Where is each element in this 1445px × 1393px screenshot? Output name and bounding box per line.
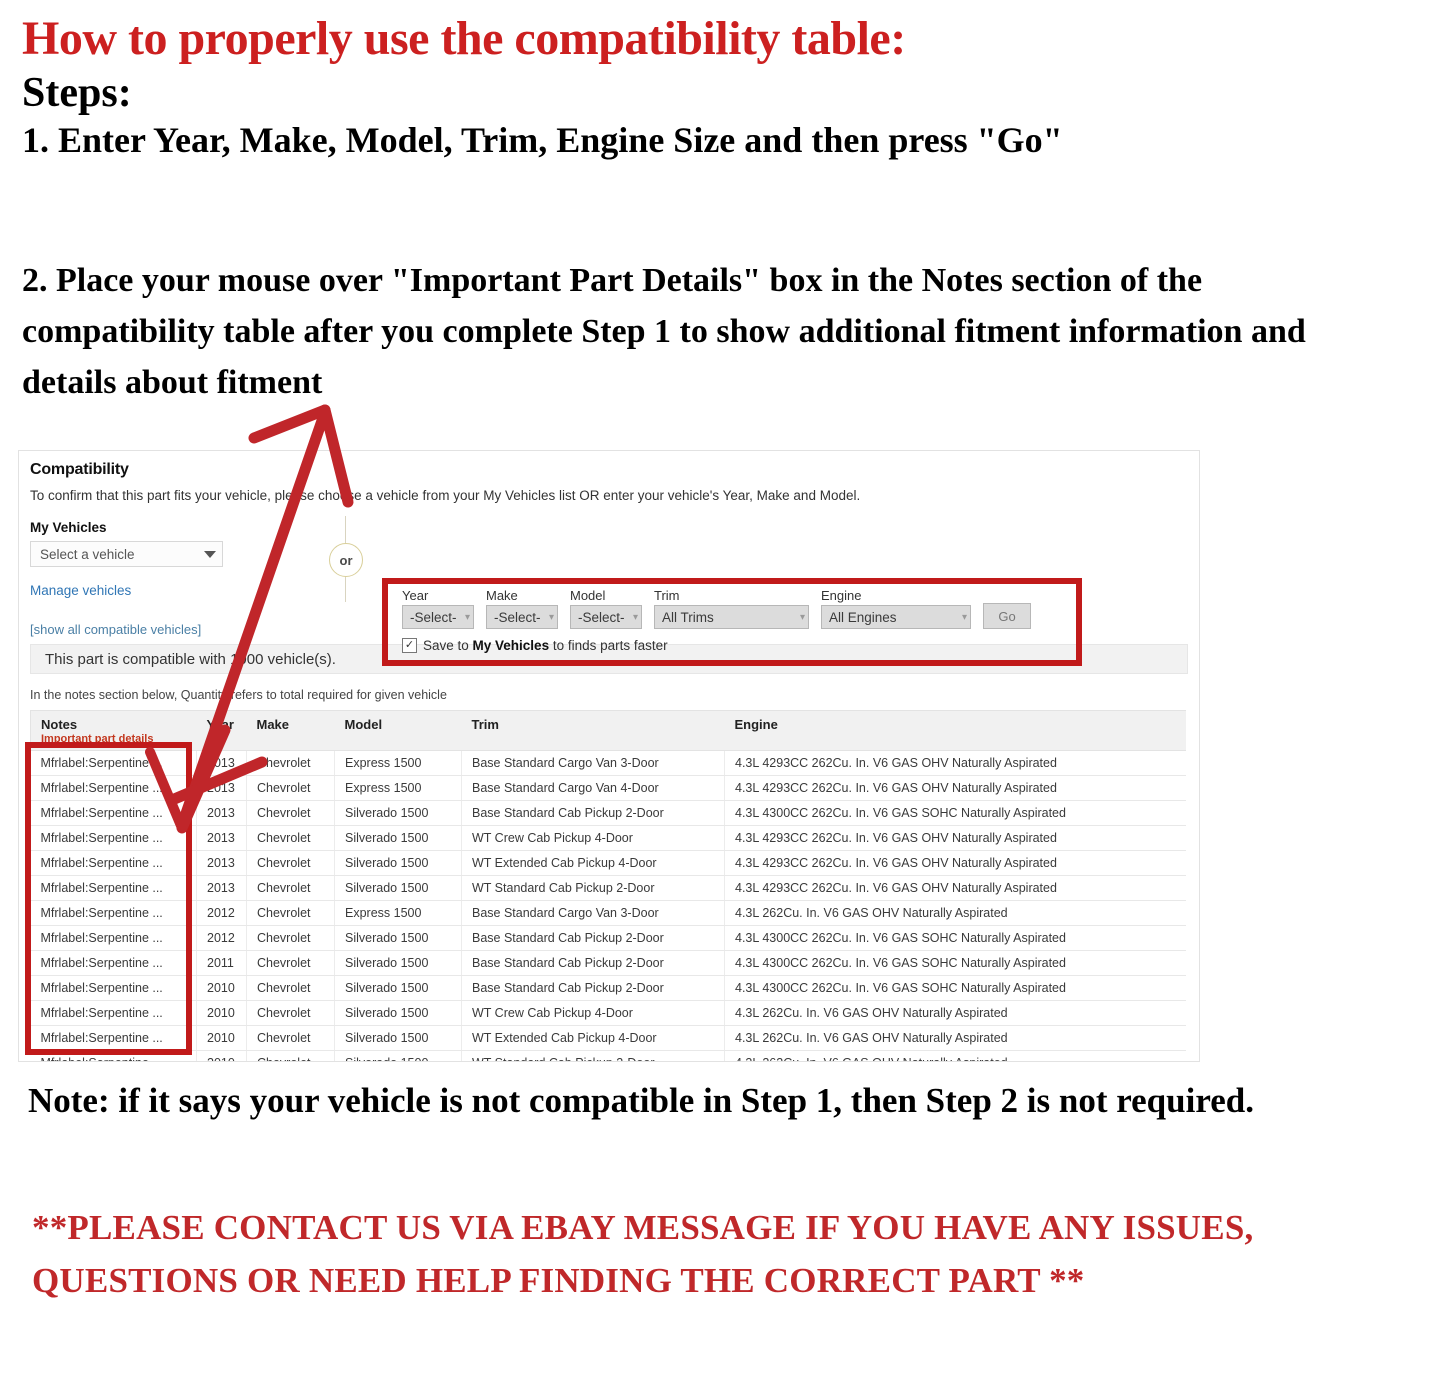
cell-engine: 4.3L 4300CC 262Cu. In. V6 GAS SOHC Natur…	[724, 950, 1186, 976]
cell-make: Chevrolet	[246, 1050, 335, 1061]
cell-make: Chevrolet	[246, 1000, 335, 1026]
engine-label: Engine	[821, 588, 862, 603]
cell-model: Silverado 1500	[334, 1025, 462, 1051]
cell-trim: Base Standard Cab Pickup 2-Door	[461, 800, 725, 826]
page-title: How to properly use the compatibility ta…	[22, 12, 906, 65]
model-select[interactable]: -Select- ▾	[570, 605, 642, 629]
engine-select[interactable]: All Engines ▾	[821, 605, 971, 629]
cell-trim: Base Standard Cab Pickup 2-Door	[461, 950, 725, 976]
cell-model: Silverado 1500	[334, 1000, 462, 1026]
cell-engine: 4.3L 4300CC 262Cu. In. V6 GAS SOHC Natur…	[724, 925, 1186, 951]
model-select-value: -Select-	[578, 609, 625, 625]
cell-model: Silverado 1500	[334, 950, 462, 976]
cell-trim: WT Crew Cab Pickup 4-Door	[461, 1000, 725, 1026]
field-model: Model -Select- ▾	[570, 588, 642, 629]
engine-select-value: All Engines	[829, 609, 897, 625]
column-header-trim: Trim	[461, 710, 725, 751]
cell-engine: 4.3L 262Cu. In. V6 GAS OHV Naturally Asp…	[724, 1025, 1186, 1051]
cell-engine: 4.3L 4300CC 262Cu. In. V6 GAS SOHC Natur…	[724, 800, 1186, 826]
cell-model: Silverado 1500	[334, 925, 462, 951]
cell-engine: 4.3L 4300CC 262Cu. In. V6 GAS SOHC Natur…	[724, 975, 1186, 1001]
footer-note: Note: if it says your vehicle is not com…	[28, 1081, 1254, 1120]
cell-trim: WT Crew Cab Pickup 4-Door	[461, 825, 725, 851]
cell-trim: Base Standard Cab Pickup 2-Door	[461, 925, 725, 951]
table-row[interactable]: Mfrlabel:Serpentine ... 2013 Chevrolet Silv…	[30, 850, 1186, 876]
cell-model: Silverado 1500	[334, 850, 462, 876]
field-engine: Engine All Engines ▾	[821, 588, 971, 629]
cell-make: Chevrolet	[246, 975, 335, 1001]
cell-trim: WT Standard Cab Pickup 2-Door	[461, 1050, 725, 1061]
cell-model: Express 1500	[334, 900, 462, 926]
cell-trim: WT Extended Cab Pickup 4-Door	[461, 1025, 725, 1051]
trim-select-value: All Trims	[662, 609, 714, 625]
chevron-down-icon: ▾	[464, 611, 470, 623]
save-to-my-vehicles-row[interactable]: ✓ Save to My Vehicles to finds parts fas…	[402, 638, 1031, 653]
cell-engine: 4.3L 262Cu. In. V6 GAS OHV Naturally Asp…	[724, 1000, 1186, 1026]
vehicle-finder-form: Year -Select- ▾ Make -Select- ▾ Model -S…	[402, 588, 1031, 653]
cell-engine: 4.3L 262Cu. In. V6 GAS OHV Naturally Asp…	[724, 900, 1186, 926]
make-select[interactable]: -Select- ▾	[486, 605, 558, 629]
table-row[interactable]: Mfrlabel:Serpentine ...2010ChevroletSilv…	[30, 1025, 1186, 1051]
cell-year: 2013	[196, 875, 247, 901]
cell-year: 2011	[196, 950, 247, 976]
cell-make: Chevrolet	[246, 950, 335, 976]
cell-make: Chevrolet	[246, 1025, 335, 1051]
table-row[interactable]: Mfrlabel:Serpentine ...2010ChevroletSilv…	[30, 1050, 1186, 1061]
table-row[interactable]: Mfrlabel:Serpentine ... 2013 Chevrolet Silv…	[30, 875, 1186, 901]
footer-contact-notice: **PLEASE CONTACT US VIA EBAY MESSAGE IF …	[32, 1208, 1254, 1300]
cell-engine: 4.3L 262Cu. In. V6 GAS OHV Naturally Asp…	[724, 1050, 1186, 1061]
chevron-down-icon: ▾	[799, 611, 805, 623]
cell-trim: Base Standard Cab Pickup 2-Door	[461, 975, 725, 1001]
field-make: Make -Select- ▾	[486, 588, 558, 629]
model-label: Model	[570, 588, 606, 603]
cell-trim: WT Extended Cab Pickup 4-Door	[461, 850, 725, 876]
instructions-header: How to properly use the compatibility ta…	[22, 12, 1422, 162]
step-1-text: 1. Enter Year, Make, Model, Trim, Engine…	[22, 119, 1063, 160]
table-row[interactable]: Mfrlabel:Serpentine ...2010ChevroletSilv…	[30, 1000, 1186, 1026]
cell-model: Silverado 1500	[334, 875, 462, 901]
chevron-down-icon: ▾	[961, 611, 967, 623]
save-text-after: to finds parts faster	[549, 638, 668, 653]
table-row[interactable]: Mfrlabel:Serpentine ... 2012 Chevrolet Silv…	[30, 925, 1186, 951]
make-select-value: -Select-	[494, 609, 541, 625]
cell-engine: 4.3L 4293CC 262Cu. In. V6 GAS OHV Natura…	[724, 825, 1186, 851]
chevron-down-icon: ▾	[632, 611, 638, 623]
cell-year: 2010	[196, 975, 247, 1001]
cell-year: 2012	[196, 900, 247, 926]
cell-engine: 4.3L 4293CC 262Cu. In. V6 GAS OHV Natura…	[724, 750, 1186, 776]
cell-make: Chevrolet	[246, 925, 335, 951]
cell-trim: Base Standard Cargo Van 3-Door	[461, 750, 725, 776]
cell-engine: 4.3L 4293CC 262Cu. In. V6 GAS OHV Natura…	[724, 850, 1186, 876]
table-row[interactable]: Mfrlabel:Serpentine ... 2011 Chevrolet Silv…	[30, 950, 1186, 976]
trim-select[interactable]: All Trims ▾	[654, 605, 809, 629]
cell-year: 2013	[196, 850, 247, 876]
annotation-arrow	[145, 404, 354, 834]
cell-year: 2010	[196, 1025, 247, 1051]
cell-model: Silverado 1500	[334, 1050, 462, 1061]
cell-trim: Base Standard Cargo Van 4-Door	[461, 775, 725, 801]
cell-engine: 4.3L 4293CC 262Cu. In. V6 GAS OHV Natura…	[724, 875, 1186, 901]
save-text-bold: My Vehicles	[472, 638, 550, 653]
steps-label: Steps:	[22, 70, 132, 117]
column-header-engine: Engine	[724, 710, 1186, 751]
cell-year: 2010	[196, 1000, 247, 1026]
cell-model: Silverado 1500	[334, 975, 462, 1001]
table-row[interactable]: Mfrlabel:Serpentine ...2010ChevroletSilv…	[30, 975, 1186, 1001]
cell-engine: 4.3L 4293CC 262Cu. In. V6 GAS OHV Natura…	[724, 775, 1186, 801]
save-text-before: Save to	[423, 638, 473, 653]
go-button[interactable]: Go	[983, 603, 1031, 629]
cell-make: Chevrolet	[246, 850, 335, 876]
make-label: Make	[486, 588, 518, 603]
trim-label: Trim	[654, 588, 680, 603]
save-vehicle-label: Save to My Vehicles to finds parts faste…	[423, 638, 668, 653]
chevron-down-icon: ▾	[548, 611, 554, 623]
field-trim: Trim All Trims ▾	[654, 588, 809, 629]
table-row[interactable]: Mfrlabel:Serpentine ... 2012 Chevrolet Expr…	[30, 900, 1186, 926]
cell-trim: WT Standard Cab Pickup 2-Door	[461, 875, 725, 901]
cell-trim: Base Standard Cargo Van 3-Door	[461, 900, 725, 926]
cell-year: 2010	[196, 1050, 247, 1061]
cell-make: Chevrolet	[246, 900, 335, 926]
cell-make: Chevrolet	[246, 875, 335, 901]
cell-year: 2012	[196, 925, 247, 951]
